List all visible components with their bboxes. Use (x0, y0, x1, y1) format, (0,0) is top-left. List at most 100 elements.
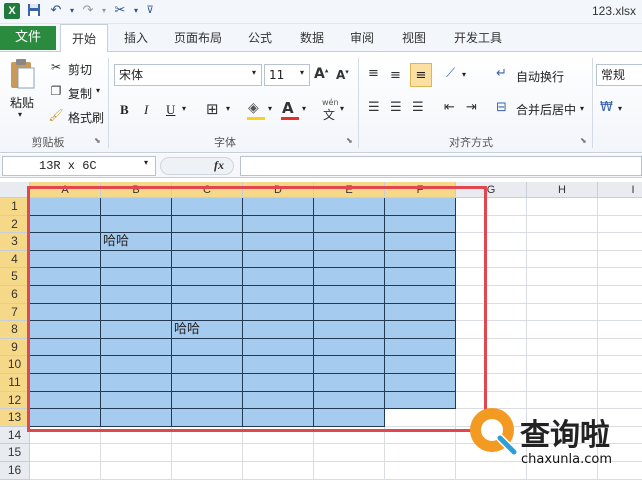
cell-c10[interactable] (172, 356, 243, 374)
scissors-icon[interactable]: ✂ (48, 60, 64, 74)
borders-dropdown-icon[interactable]: ▾ (226, 104, 230, 113)
bold-button[interactable]: B (120, 102, 129, 118)
formula-input[interactable] (240, 156, 642, 176)
cell-c5[interactable] (172, 268, 243, 286)
column-header[interactable]: F (385, 182, 456, 198)
row-header[interactable]: 13 (0, 409, 30, 427)
column-header[interactable]: G (456, 182, 527, 198)
decrease-indent-icon[interactable]: ⇤ (444, 100, 455, 115)
cell-b16[interactable] (101, 462, 172, 480)
cell-d2[interactable] (243, 215, 314, 234)
cell-e6[interactable] (314, 286, 385, 304)
cell-i4[interactable] (598, 250, 642, 269)
cell-c9[interactable] (172, 338, 243, 357)
cell-a4[interactable] (30, 250, 101, 269)
redo-dropdown-icon[interactable]: ▾ (96, 3, 112, 19)
cell-c13[interactable] (172, 409, 243, 427)
cell-c12[interactable] (172, 391, 243, 410)
underline-dropdown-icon[interactable]: ▾ (182, 104, 186, 113)
excel-logo-icon[interactable]: X (4, 3, 20, 19)
cell-e15[interactable] (314, 444, 385, 462)
row-header[interactable]: 14 (0, 426, 30, 445)
cell-f3[interactable] (385, 233, 456, 251)
column-header[interactable]: B (101, 182, 172, 198)
tools-icon[interactable]: ✂ (112, 3, 128, 19)
cell-i2[interactable] (598, 215, 642, 234)
cell-c1[interactable] (172, 198, 243, 216)
cell-e16[interactable] (314, 462, 385, 480)
cell-e1[interactable] (314, 198, 385, 216)
cell-b3[interactable]: 哈哈 (101, 233, 172, 251)
cell-f16[interactable] (385, 462, 456, 480)
cell-i3[interactable] (598, 233, 642, 251)
phonetic-dropdown-icon[interactable]: ▾ (340, 104, 344, 113)
align-bottom-icon[interactable]: ≡ (410, 63, 432, 87)
cell-i8[interactable] (598, 321, 642, 339)
cell-b14[interactable] (101, 426, 172, 445)
underline-button[interactable]: U (166, 102, 175, 118)
cell-d16[interactable] (243, 462, 314, 480)
cell-f11[interactable] (385, 374, 456, 392)
row-header[interactable]: 12 (0, 391, 30, 410)
row-header[interactable]: 1 (0, 198, 30, 216)
cell-c14[interactable] (172, 426, 243, 445)
cell-h8[interactable] (527, 321, 598, 339)
tab-developer[interactable]: 开发工具 (446, 24, 510, 52)
cell-e7[interactable] (314, 303, 385, 322)
wrap-text-icon[interactable]: ↵ (496, 66, 507, 81)
tab-view[interactable]: 视图 (394, 24, 434, 52)
cell-f10[interactable] (385, 356, 456, 374)
tab-home[interactable]: 开始 (60, 24, 108, 53)
cell-i7[interactable] (598, 303, 642, 322)
fill-color-icon[interactable]: ◈ (248, 100, 259, 116)
cell-e2[interactable] (314, 215, 385, 234)
cell-b10[interactable] (101, 356, 172, 374)
cell-g8[interactable] (456, 321, 527, 339)
cell-g10[interactable] (456, 356, 527, 374)
row-header[interactable]: 16 (0, 462, 30, 480)
orientation-icon[interactable]: ⟋ (446, 66, 455, 81)
cell-g11[interactable] (456, 374, 527, 392)
cell-e3[interactable] (314, 233, 385, 251)
cell-h4[interactable] (527, 250, 598, 269)
cell-c3[interactable] (172, 233, 243, 251)
tab-review[interactable]: 审阅 (342, 24, 382, 52)
cell-f5[interactable] (385, 268, 456, 286)
customize-qat-icon[interactable]: ⊽ (142, 3, 158, 19)
row-header[interactable]: 5 (0, 268, 30, 286)
align-left-icon[interactable]: ☰ (368, 100, 380, 115)
insert-function-button[interactable]: fx (214, 158, 224, 173)
cell-f13[interactable] (385, 409, 456, 427)
copy-dropdown-icon[interactable]: ▾ (96, 86, 100, 95)
undo-dropdown-icon[interactable]: ▾ (64, 3, 80, 19)
cell-i5[interactable] (598, 268, 642, 286)
cell-i9[interactable] (598, 338, 642, 357)
row-header[interactable]: 6 (0, 286, 30, 304)
undo-icon[interactable]: ↶ (48, 3, 64, 19)
cell-f9[interactable] (385, 338, 456, 357)
cell-e8[interactable] (314, 321, 385, 339)
cell-h12[interactable] (527, 391, 598, 410)
cell-e4[interactable] (314, 250, 385, 269)
column-header[interactable]: I (598, 182, 642, 198)
cell-b4[interactable] (101, 250, 172, 269)
align-top-icon[interactable]: ≡ (368, 66, 379, 81)
tab-data[interactable]: 数据 (292, 24, 332, 52)
cell-g1[interactable] (456, 198, 527, 216)
cell-h2[interactable] (527, 215, 598, 234)
cell-b15[interactable] (101, 444, 172, 462)
cell-e12[interactable] (314, 391, 385, 410)
cell-i11[interactable] (598, 374, 642, 392)
merge-center-icon[interactable]: ⊟ (496, 100, 507, 115)
cell-e9[interactable] (314, 338, 385, 357)
cell-d8[interactable] (243, 321, 314, 339)
phonetic-icon[interactable]: 文 (323, 106, 335, 123)
cell-d4[interactable] (243, 250, 314, 269)
font-size-dropdown-icon[interactable]: ▾ (300, 68, 304, 77)
cell-b5[interactable] (101, 268, 172, 286)
cell-b12[interactable] (101, 391, 172, 410)
tab-formulas[interactable]: 公式 (240, 24, 280, 52)
clipboard-launcher-icon[interactable]: ⬊ (94, 136, 101, 145)
row-header[interactable]: 7 (0, 303, 30, 322)
accounting-format-icon[interactable]: ₩ (600, 100, 613, 115)
